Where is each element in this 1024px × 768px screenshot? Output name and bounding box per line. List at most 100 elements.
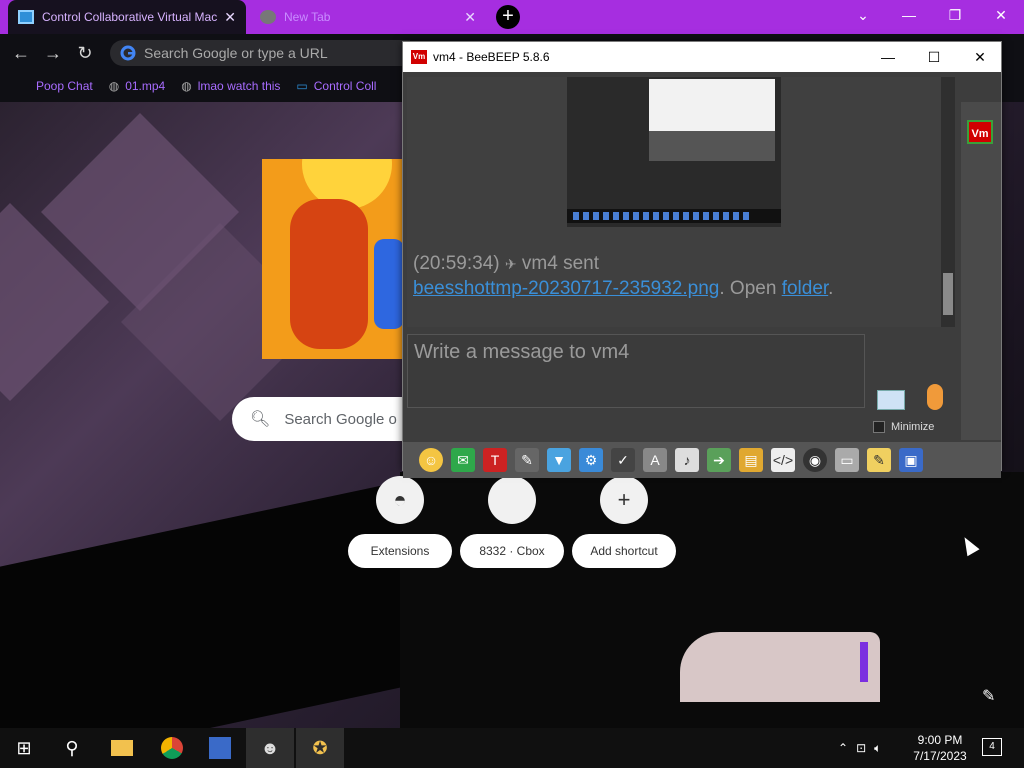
search-icon: 🔍︎ bbox=[250, 411, 271, 428]
tab-new-tab[interactable]: New Tab ✕ bbox=[250, 0, 486, 34]
window-icon[interactable]: ▣ bbox=[899, 448, 923, 472]
beebeep-taskbar-icon[interactable]: ☻ bbox=[246, 728, 294, 768]
message-input[interactable]: Write a message to vm4 bbox=[407, 334, 865, 408]
shortcut-add[interactable]: + Add shortcut bbox=[572, 476, 676, 568]
doodle-letter bbox=[290, 199, 368, 349]
shortcut-cbox[interactable]: 8332 · Cbox bbox=[460, 476, 564, 568]
address-bar[interactable]: Search Google or type a URL bbox=[110, 40, 410, 66]
code-icon[interactable]: </> bbox=[771, 448, 795, 472]
thumbnail-window bbox=[649, 131, 775, 161]
close-window-button[interactable]: ✕ bbox=[978, 0, 1024, 30]
chrome-icon bbox=[260, 10, 276, 24]
bookmark-01-mp4[interactable]: ◍ 01.mp4 bbox=[109, 79, 166, 93]
globe-icon: ◍ bbox=[181, 79, 192, 93]
note-icon[interactable]: ♪ bbox=[675, 448, 699, 472]
clock-date: 7/17/2023 bbox=[913, 749, 967, 763]
tab-title: New Tab bbox=[284, 10, 331, 24]
volume-icon[interactable]: 🔈︎ bbox=[874, 741, 881, 756]
camera-icon[interactable]: ◉ bbox=[803, 448, 827, 472]
minimize-option[interactable]: Minimize bbox=[873, 421, 934, 433]
emoji-icon[interactable]: ☺ bbox=[419, 448, 443, 472]
bookmark-poop-chat[interactable]: Poop Chat bbox=[36, 79, 93, 93]
app-icon[interactable] bbox=[196, 728, 244, 768]
bookmark-label: Poop Chat bbox=[36, 79, 93, 93]
shortcut-label: 8332 · Cbox bbox=[460, 534, 564, 568]
restore-window-button[interactable]: ❐ bbox=[932, 0, 978, 30]
address-bar-placeholder: Search Google or type a URL bbox=[144, 45, 328, 61]
windows-taskbar: ⊞ ⚲ ☻ ✪ ⌃ ⊡ 🔈︎ 9:00 PM 7/17/2023 4 bbox=[0, 728, 1024, 768]
message-sender: vm4 sent bbox=[521, 253, 600, 274]
chat-history[interactable]: (20:59:34) ✈ vm4 sent beesshottmp-202307… bbox=[407, 77, 945, 327]
save-icon[interactable]: ✎ bbox=[867, 448, 891, 472]
doodle-letter bbox=[374, 239, 402, 329]
close-icon[interactable]: ✕ bbox=[464, 9, 476, 26]
search-icon[interactable]: ⚲ bbox=[48, 728, 96, 768]
scroll-thumb[interactable] bbox=[943, 273, 953, 315]
google-g-icon bbox=[120, 45, 136, 61]
beebeep-window: Vm vm4 - BeeBEEP 5.8.6 — ☐ ✕ (20:59:34) … bbox=[402, 41, 1003, 478]
folder-link[interactable]: folder bbox=[782, 278, 828, 299]
chrome-icon[interactable] bbox=[148, 728, 196, 768]
message-file-line: beesshottmp-20230717-235932.png. Open fo… bbox=[413, 278, 833, 300]
open-label: . Open bbox=[719, 278, 777, 299]
forward-button[interactable]: → bbox=[42, 42, 64, 64]
period: . bbox=[828, 278, 834, 299]
folder-icon[interactable]: ▤ bbox=[739, 448, 763, 472]
reload-button[interactable]: ↻ bbox=[74, 42, 96, 64]
minimize-window-button[interactable]: — bbox=[886, 0, 932, 30]
screenshot-thumbnail[interactable] bbox=[567, 77, 781, 227]
system-clock[interactable]: 9:00 PM 7/17/2023 bbox=[908, 732, 972, 764]
customize-pencil-icon[interactable]: ✎ bbox=[982, 686, 995, 706]
notification-center-icon[interactable]: 4 bbox=[982, 738, 1002, 756]
clock-time: 9:00 PM bbox=[917, 733, 963, 747]
microphone-icon[interactable] bbox=[927, 384, 943, 410]
share-icon[interactable]: ➔ bbox=[707, 448, 731, 472]
font-icon[interactable]: T bbox=[483, 448, 507, 472]
new-tab-button[interactable]: + bbox=[496, 5, 520, 29]
shortcut-extensions[interactable]: ◓ Extensions bbox=[348, 476, 452, 568]
back-button[interactable]: ← bbox=[10, 42, 32, 64]
dictionary-icon[interactable]: A bbox=[643, 448, 667, 472]
send-file-icon[interactable]: ✉ bbox=[451, 448, 475, 472]
shortcut-label: Add shortcut bbox=[572, 534, 676, 568]
beebeep-close-button[interactable]: ✕ bbox=[957, 42, 1003, 72]
chrome-icon: ◓ bbox=[376, 476, 424, 524]
file-link[interactable]: beesshottmp-20230717-235932.png bbox=[413, 278, 719, 299]
bookmark-lmao-watch-this[interactable]: ◍ lmao watch this bbox=[181, 79, 280, 93]
file-explorer-icon[interactable] bbox=[98, 728, 146, 768]
beebeep-minimize-button[interactable]: — bbox=[865, 42, 911, 72]
bookmark-label: 01.mp4 bbox=[125, 79, 166, 93]
message-input-placeholder: Write a message to vm4 bbox=[414, 341, 630, 363]
window-title: vm4 - BeeBEEP 5.8.6 bbox=[433, 50, 550, 64]
filter-icon[interactable]: ▼ bbox=[547, 448, 571, 472]
monitor-icon bbox=[18, 10, 34, 24]
chat-toolbar: ☺ ✉ T ✎ ▼ ⚙ ✓ A ♪ ➔ ▤ </> ◉ ▭ ✎ ▣ bbox=[403, 442, 1001, 478]
user-avatar[interactable]: Vm bbox=[967, 120, 993, 144]
chevron-up-icon[interactable]: ⌃ bbox=[838, 741, 848, 755]
shortcut-label: Extensions bbox=[348, 534, 452, 568]
tab-search-icon[interactable]: ⌄ bbox=[840, 0, 886, 30]
send-message-icon[interactable] bbox=[877, 390, 905, 410]
color-icon[interactable]: ✎ bbox=[515, 448, 539, 472]
bookmark-control-coll[interactable]: ▭ Control Coll bbox=[296, 79, 376, 93]
network-icon[interactable]: ⊡ bbox=[856, 741, 866, 755]
chat-scrollbar[interactable] bbox=[941, 77, 955, 327]
vm-badge-icon: Vm bbox=[411, 50, 427, 64]
settings-gear-icon[interactable]: ⚙ bbox=[579, 448, 603, 472]
monitor-icon: ▭ bbox=[296, 79, 308, 93]
bookmark-label: Control Coll bbox=[313, 79, 377, 93]
ntp-search-box[interactable]: 🔍︎ Search Google o bbox=[232, 397, 412, 441]
system-tray: ⌃ ⊡ 🔈︎ bbox=[838, 728, 881, 768]
message-header: (20:59:34) ✈ vm4 sent bbox=[413, 253, 599, 275]
start-windows-icon[interactable]: ⊞ bbox=[0, 728, 48, 768]
clear-icon[interactable]: ▭ bbox=[835, 448, 859, 472]
bee-taskbar-icon[interactable]: ✪ bbox=[296, 728, 344, 768]
spellcheck-icon[interactable]: ✓ bbox=[611, 448, 635, 472]
tab-control-collaborative[interactable]: Control Collaborative Virtual Mac ✕ bbox=[8, 0, 246, 34]
minimize-checkbox[interactable] bbox=[873, 421, 885, 433]
google-doodle[interactable] bbox=[262, 159, 402, 359]
wallpaper-shape bbox=[680, 632, 880, 702]
message-time: (20:59:34) bbox=[413, 253, 500, 274]
beebeep-maximize-button[interactable]: ☐ bbox=[911, 42, 957, 72]
close-icon[interactable]: ✕ bbox=[224, 9, 236, 26]
